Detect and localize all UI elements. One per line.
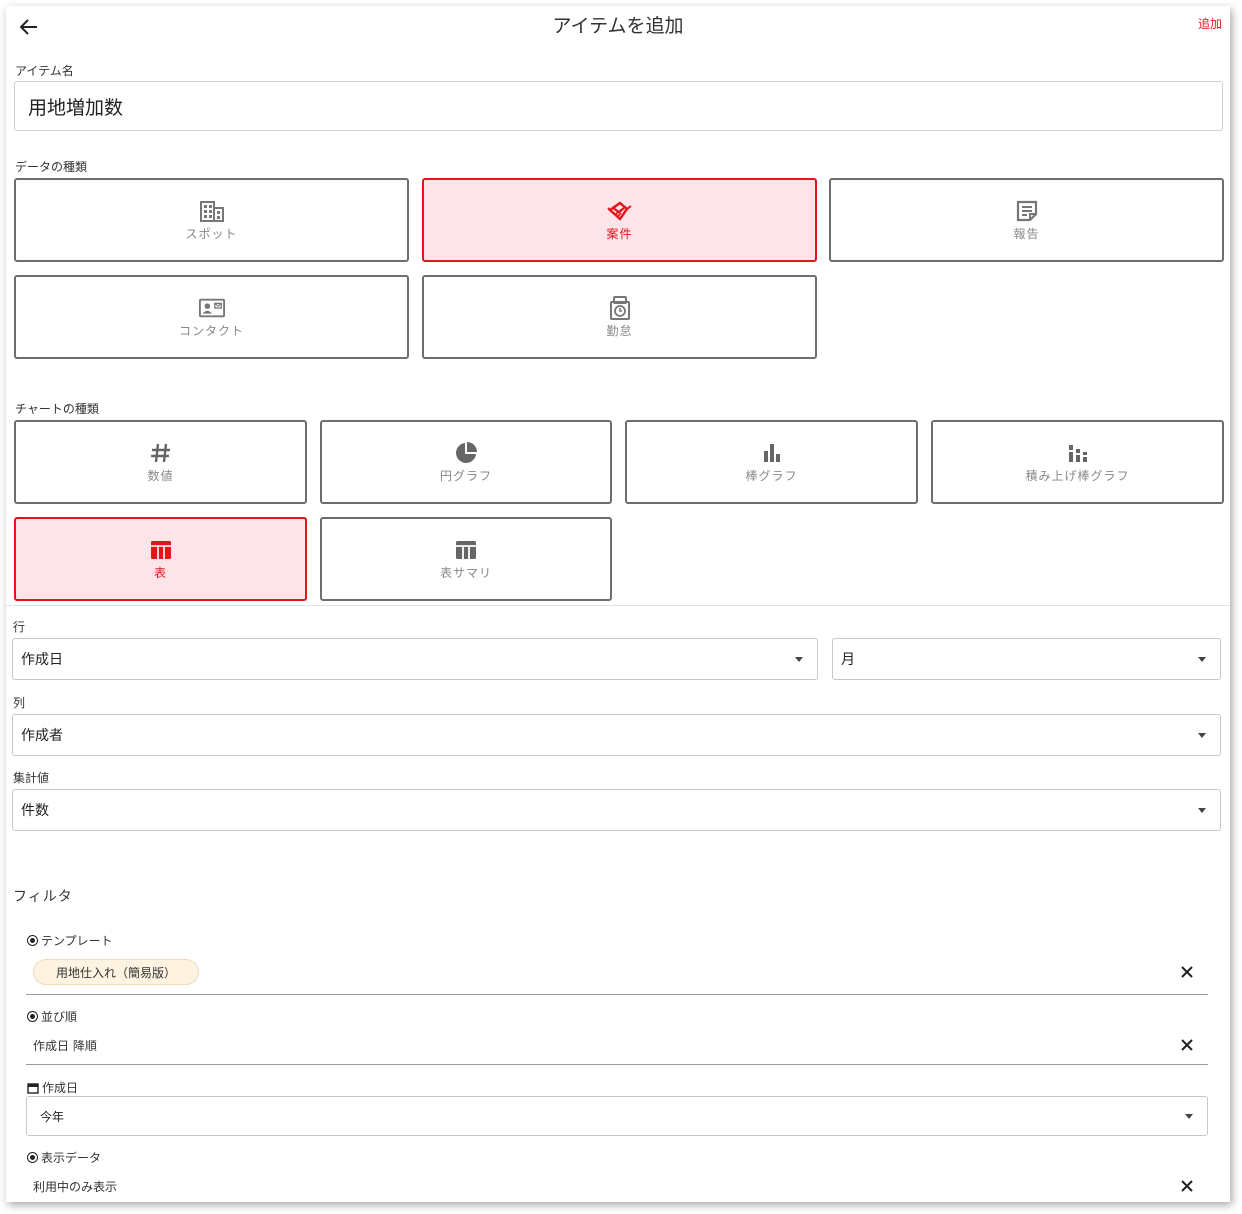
chart-type-pie-label: 円グラフ [439,469,492,483]
columns-select-value: 作成者 [21,728,63,744]
data-type-attendance-label: 勤怠 [606,324,633,338]
page-title: アイテムを追加 [552,15,684,37]
caret-down-icon [795,657,803,662]
clock-badge-icon [607,295,633,321]
stacked-bar-chart-icon [1065,440,1091,466]
chart-type-stacked-bar-label: 積み上げ棒グラフ [1025,469,1130,483]
chart-type-table-summary[interactable]: 表サマリ [320,517,612,601]
calendar-icon [27,1082,39,1094]
caret-down-icon [1198,733,1206,738]
data-type-spot[interactable]: スポット [14,178,409,262]
filter-sort-label: 並び順 [41,1010,78,1024]
filter-sort-heading: 並び順 [27,1008,77,1025]
data-type-spot-label: スポット [185,227,238,241]
pie-chart-icon [453,440,479,466]
radio-selected-icon [27,935,38,946]
bar-chart-icon [759,440,785,466]
data-type-report-label: 報告 [1013,227,1040,241]
chart-type-number[interactable]: 数値 [14,420,307,504]
filter-template-label: テンプレート [41,934,113,948]
caret-down-icon [1185,1114,1193,1119]
data-type-contact[interactable]: コンタクト [14,275,409,359]
chart-type-bar[interactable]: 棒グラフ [625,420,918,504]
caret-down-icon [1198,657,1206,662]
rows-select[interactable]: 作成日 [12,638,818,680]
item-name-label: アイテム名 [15,64,74,78]
filter-created-select[interactable]: 今年 [26,1096,1208,1136]
aggregate-select[interactable]: 件数 [12,789,1221,831]
close-icon [1181,966,1193,978]
remove-display-filter-button[interactable] [1177,1176,1197,1196]
chart-type-stacked-bar[interactable]: 積み上げ棒グラフ [931,420,1224,504]
note-icon [1014,198,1040,224]
columns-select[interactable]: 作成者 [12,714,1221,756]
aggregate-label: 集計値 [13,771,50,785]
building-icon [199,198,225,224]
filter-display-value: 利用中のみ表示 [33,1180,118,1194]
remove-sort-filter-button[interactable] [1177,1035,1197,1055]
handshake-icon [606,198,633,224]
filter-display-heading: 表示データ [27,1149,101,1166]
rows-unit-select-value: 月 [841,652,855,668]
chart-type-bar-label: 棒グラフ [745,469,798,483]
item-name-input[interactable]: 用地増加数 [14,81,1223,131]
filter-display-label: 表示データ [41,1151,102,1165]
template-chip[interactable]: 用地仕入れ（簡易版） [33,959,200,985]
data-type-deal-label: 案件 [606,227,633,241]
contact-card-icon [198,295,225,321]
data-type-attendance[interactable]: 勤怠 [422,275,817,359]
data-type-report[interactable]: 報告 [829,178,1224,262]
chart-type-number-label: 数値 [147,469,174,483]
rows-select-value: 作成日 [21,652,63,668]
hash-icon [148,440,174,466]
close-icon [1181,1039,1193,1051]
filter-sort-value: 作成日 降順 [33,1039,97,1053]
filter-separator [26,1064,1208,1065]
dialog: アイテムを追加 追加 アイテム名 用地増加数 データの種類 スポット 案件 報告… [6,6,1230,1202]
aggregate-select-value: 件数 [21,803,49,819]
rows-unit-select[interactable]: 月 [832,638,1221,680]
remove-template-filter-button[interactable] [1177,962,1197,982]
data-type-contact-label: コンタクト [178,324,244,338]
chart-type-label: チャートの種類 [15,402,99,416]
filter-separator [26,994,1208,995]
data-type-deal[interactable]: 案件 [422,178,817,262]
chart-type-table-summary-label: 表サマリ [439,566,492,580]
filter-created-heading: 作成日 [27,1079,78,1096]
filter-template-heading: テンプレート [27,932,113,949]
section-divider [6,605,1230,606]
caret-down-icon [1198,808,1206,813]
table-summary-icon [453,537,479,563]
close-icon [1181,1180,1193,1192]
filter-created-select-value: 今年 [40,1109,65,1124]
add-button[interactable]: 追加 [1198,15,1222,32]
filter-created-label: 作成日 [42,1081,79,1095]
table-icon [148,537,174,563]
radio-selected-icon [27,1152,38,1163]
columns-label: 列 [13,696,26,710]
chart-type-table-label: 表 [153,566,167,580]
filter-heading: フィルタ [13,889,73,905]
rows-label: 行 [13,620,26,634]
chart-type-table[interactable]: 表 [14,517,307,601]
chart-type-pie[interactable]: 円グラフ [320,420,612,504]
data-type-label: データの種類 [15,160,88,174]
radio-selected-icon [27,1011,38,1022]
